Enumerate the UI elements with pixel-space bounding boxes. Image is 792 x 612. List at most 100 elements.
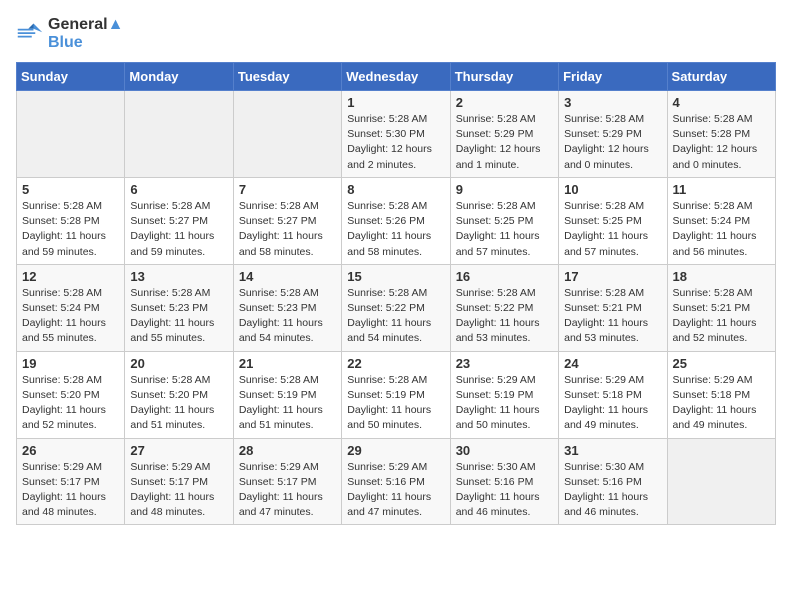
day-number: 10 xyxy=(564,182,661,197)
day-number: 29 xyxy=(347,443,444,458)
cell-content: Sunrise: 5:28 AM Sunset: 5:21 PM Dayligh… xyxy=(564,286,661,347)
column-header-friday: Friday xyxy=(559,63,667,91)
day-number: 22 xyxy=(347,356,444,371)
calendar-cell: 20 Sunrise: 5:28 AM Sunset: 5:20 PM Dayli… xyxy=(125,351,233,438)
cell-content: Sunrise: 5:29 AM Sunset: 5:16 PM Dayligh… xyxy=(347,460,444,521)
calendar-cell: 24 Sunrise: 5:29 AM Sunset: 5:18 PM Dayli… xyxy=(559,351,667,438)
calendar-cell: 6 Sunrise: 5:28 AM Sunset: 5:27 PM Daylig… xyxy=(125,177,233,264)
cell-content: Sunrise: 5:28 AM Sunset: 5:24 PM Dayligh… xyxy=(673,199,770,260)
cell-content: Sunrise: 5:29 AM Sunset: 5:17 PM Dayligh… xyxy=(239,460,336,521)
calendar-cell: 9 Sunrise: 5:28 AM Sunset: 5:25 PM Daylig… xyxy=(450,177,558,264)
cell-content: Sunrise: 5:30 AM Sunset: 5:16 PM Dayligh… xyxy=(456,460,553,521)
day-number: 1 xyxy=(347,95,444,110)
column-header-monday: Monday xyxy=(125,63,233,91)
cell-content: Sunrise: 5:28 AM Sunset: 5:21 PM Dayligh… xyxy=(673,286,770,347)
column-header-thursday: Thursday xyxy=(450,63,558,91)
calendar-week-row: 5Sunrise: 5:28 AM Sunset: 5:28 PM Daylig… xyxy=(17,177,776,264)
calendar-cell: 14 Sunrise: 5:28 AM Sunset: 5:23 PM Dayli… xyxy=(233,264,341,351)
cell-content: Sunrise: 5:30 AM Sunset: 5:16 PM Dayligh… xyxy=(564,460,661,521)
calendar-week-row: 1 Sunrise: 5:28 AM Sunset: 5:30 PM Daylig… xyxy=(17,91,776,178)
day-number: 24 xyxy=(564,356,661,371)
day-number: 31 xyxy=(564,443,661,458)
day-number: 21 xyxy=(239,356,336,371)
cell-content: Sunrise: 5:28 AM Sunset: 5:25 PM Dayligh… xyxy=(456,199,553,260)
cell-content: Sunrise: 5:28 AM Sunset: 5:27 PM Dayligh… xyxy=(130,199,227,260)
logo: General▲ Blue xyxy=(16,16,123,52)
day-number: 18 xyxy=(673,269,770,284)
cell-content: Sunrise: 5:28 AM Sunset: 5:26 PM Dayligh… xyxy=(347,199,444,260)
calendar-cell: 26Sunrise: 5:29 AM Sunset: 5:17 PM Dayli… xyxy=(17,438,125,525)
calendar-cell: 28 Sunrise: 5:29 AM Sunset: 5:17 PM Dayli… xyxy=(233,438,341,525)
calendar-cell: 16 Sunrise: 5:28 AM Sunset: 5:22 PM Dayli… xyxy=(450,264,558,351)
day-number: 12 xyxy=(22,269,119,284)
cell-content: Sunrise: 5:28 AM Sunset: 5:23 PM Dayligh… xyxy=(239,286,336,347)
calendar-cell: 13 Sunrise: 5:28 AM Sunset: 5:23 PM Dayli… xyxy=(125,264,233,351)
calendar-cell: 21 Sunrise: 5:28 AM Sunset: 5:19 PM Dayli… xyxy=(233,351,341,438)
calendar-cell: 25 Sunrise: 5:29 AM Sunset: 5:18 PM Dayli… xyxy=(667,351,775,438)
day-number: 3 xyxy=(564,95,661,110)
calendar-cell: 12Sunrise: 5:28 AM Sunset: 5:24 PM Dayli… xyxy=(17,264,125,351)
calendar-cell: 17 Sunrise: 5:28 AM Sunset: 5:21 PM Dayli… xyxy=(559,264,667,351)
day-number: 28 xyxy=(239,443,336,458)
calendar-cell xyxy=(667,438,775,525)
column-header-sunday: Sunday xyxy=(17,63,125,91)
day-number: 20 xyxy=(130,356,227,371)
calendar-week-row: 19 Sunrise: 5:28 AM Sunset: 5:20 PM Dayli… xyxy=(17,351,776,438)
calendar-cell: 23Sunrise: 5:29 AM Sunset: 5:19 PM Dayli… xyxy=(450,351,558,438)
day-number: 30 xyxy=(456,443,553,458)
cell-content: Sunrise: 5:28 AM Sunset: 5:22 PM Dayligh… xyxy=(456,286,553,347)
calendar-week-row: 12Sunrise: 5:28 AM Sunset: 5:24 PM Dayli… xyxy=(17,264,776,351)
cell-content: Sunrise: 5:29 AM Sunset: 5:19 PM Dayligh… xyxy=(456,373,553,434)
calendar-header-row: SundayMondayTuesdayWednesdayThursdayFrid… xyxy=(17,63,776,91)
calendar-cell: 30 Sunrise: 5:30 AM Sunset: 5:16 PM Dayli… xyxy=(450,438,558,525)
day-number: 2 xyxy=(456,95,553,110)
calendar-cell: 27Sunrise: 5:29 AM Sunset: 5:17 PM Dayli… xyxy=(125,438,233,525)
calendar-cell: 2 Sunrise: 5:28 AM Sunset: 5:29 PM Daylig… xyxy=(450,91,558,178)
page-header: General▲ Blue xyxy=(16,16,776,52)
day-number: 11 xyxy=(673,182,770,197)
cell-content: Sunrise: 5:29 AM Sunset: 5:18 PM Dayligh… xyxy=(564,373,661,434)
day-number: 17 xyxy=(564,269,661,284)
calendar-cell: 5Sunrise: 5:28 AM Sunset: 5:28 PM Daylig… xyxy=(17,177,125,264)
calendar-cell: 8 Sunrise: 5:28 AM Sunset: 5:26 PM Daylig… xyxy=(342,177,450,264)
day-number: 27 xyxy=(130,443,227,458)
cell-content: Sunrise: 5:29 AM Sunset: 5:18 PM Dayligh… xyxy=(673,373,770,434)
cell-content: Sunrise: 5:28 AM Sunset: 5:27 PM Dayligh… xyxy=(239,199,336,260)
day-number: 9 xyxy=(456,182,553,197)
calendar-week-row: 26 Sunrise: 5:29 AM Sunset: 5:17 PM Dayli… xyxy=(17,438,776,525)
day-number: 8 xyxy=(347,182,444,197)
day-number: 4 xyxy=(673,95,770,110)
column-header-tuesday: Tuesday xyxy=(233,63,341,91)
cell-content: Sunrise: 5:28 AM Sunset: 5:22 PM Dayligh… xyxy=(347,286,444,347)
calendar-cell: 11 Sunrise: 5:28 AM Sunset: 5:24 PM Dayli… xyxy=(667,177,775,264)
cell-content: Sunrise: 5:28 AM Sunset: 5:19 PM Dayligh… xyxy=(239,373,336,434)
calendar-cell xyxy=(233,91,341,178)
day-number: 13 xyxy=(130,269,227,284)
calendar-cell: 7Sunrise: 5:28 AM Sunset: 5:27 PM Daylig… xyxy=(233,177,341,264)
day-number: 15 xyxy=(347,269,444,284)
cell-content: Sunrise: 5:28 AM Sunset: 5:19 PM Dayligh… xyxy=(347,373,444,434)
column-header-wednesday: Wednesday xyxy=(342,63,450,91)
calendar-cell: 22 Sunrise: 5:28 AM Sunset: 5:19 PM Dayli… xyxy=(342,351,450,438)
day-number: 25 xyxy=(673,356,770,371)
day-number: 6 xyxy=(130,182,227,197)
cell-content: Sunrise: 5:28 AM Sunset: 5:20 PM Dayligh… xyxy=(130,373,227,434)
calendar-cell: 19 Sunrise: 5:28 AM Sunset: 5:20 PM Dayli… xyxy=(17,351,125,438)
calendar-cell: 29 Sunrise: 5:29 AM Sunset: 5:16 PM Dayli… xyxy=(342,438,450,525)
day-number: 5 xyxy=(22,182,119,197)
calendar-table: SundayMondayTuesdayWednesdayThursdayFrid… xyxy=(16,62,776,525)
cell-content: Sunrise: 5:28 AM Sunset: 5:29 PM Dayligh… xyxy=(456,112,553,173)
day-number: 16 xyxy=(456,269,553,284)
cell-content: Sunrise: 5:28 AM Sunset: 5:20 PM Dayligh… xyxy=(22,373,119,434)
cell-content: Sunrise: 5:28 AM Sunset: 5:30 PM Dayligh… xyxy=(347,112,444,173)
cell-content: Sunrise: 5:28 AM Sunset: 5:23 PM Dayligh… xyxy=(130,286,227,347)
day-number: 14 xyxy=(239,269,336,284)
cell-content: Sunrise: 5:28 AM Sunset: 5:29 PM Dayligh… xyxy=(564,112,661,173)
calendar-cell: 10Sunrise: 5:28 AM Sunset: 5:25 PM Dayli… xyxy=(559,177,667,264)
calendar-cell xyxy=(17,91,125,178)
calendar-cell: 15 Sunrise: 5:28 AM Sunset: 5:22 PM Dayli… xyxy=(342,264,450,351)
day-number: 19 xyxy=(22,356,119,371)
day-number: 26 xyxy=(22,443,119,458)
calendar-cell: 31 Sunrise: 5:30 AM Sunset: 5:16 PM Dayli… xyxy=(559,438,667,525)
calendar-cell: 3 Sunrise: 5:28 AM Sunset: 5:29 PM Daylig… xyxy=(559,91,667,178)
